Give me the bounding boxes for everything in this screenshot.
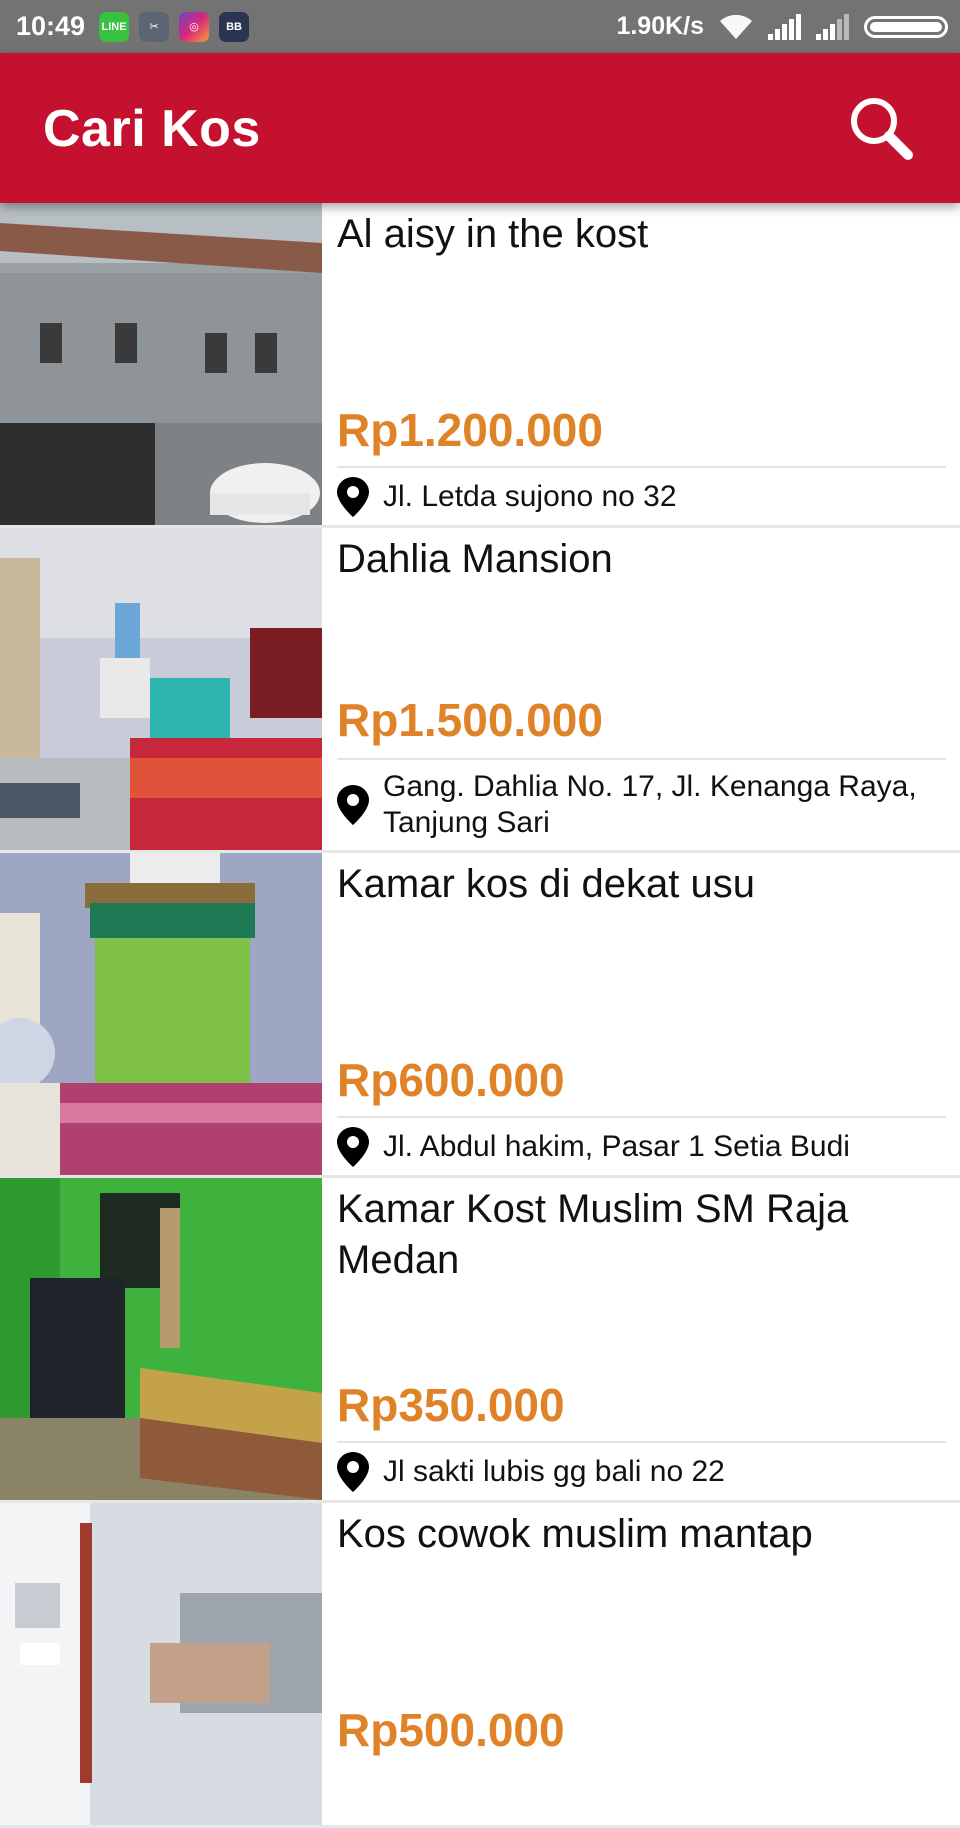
status-bar: 10:49 LINE ✂ ◎ BB 1.90K/s	[0, 0, 960, 53]
search-button[interactable]	[846, 93, 916, 163]
listing-address-text: Jl. Abdul hakim, Pasar 1 Setia Budi	[383, 1130, 850, 1163]
listing-address-text: Gang. Dahlia No. 17, Jl. Kenanga Raya, T…	[383, 770, 917, 839]
page-title: Cari Kos	[43, 100, 261, 158]
kos-listing-list: Al aisy in the kost Rp1.200.000 Jl. Letd…	[0, 203, 960, 1828]
listing-address: Jl sakti lubis gg bali no 22	[337, 1452, 947, 1492]
listing-photo	[0, 1503, 322, 1825]
listing-divider	[337, 1441, 946, 1443]
line-app-icon: LINE	[99, 11, 130, 42]
listing-address-text: Jl sakti lubis gg bali no 22	[383, 1455, 725, 1488]
location-pin-icon	[337, 785, 369, 825]
search-icon	[851, 98, 913, 160]
signal-icon	[768, 13, 801, 40]
listing-divider	[337, 758, 946, 760]
location-pin-icon	[337, 1452, 369, 1492]
listing-price: Rp500.000	[337, 1704, 565, 1756]
listing-address: Jl. Abdul hakim, Pasar 1 Setia Budi	[337, 1127, 947, 1167]
listing-name: Kamar kos di dekat usu	[337, 862, 755, 906]
listing-photo	[0, 528, 322, 850]
listing-item[interactable]: Al aisy in the kost Rp1.200.000 Jl. Letd…	[0, 203, 960, 528]
listing-divider	[337, 466, 946, 468]
listing-item[interactable]: Dahlia Mansion Rp1.500.000 Gang. Dahlia …	[0, 528, 960, 853]
listing-name: Dahlia Mansion	[337, 537, 613, 581]
listing-item[interactable]: Kos cowok muslim mantap Rp500.000	[0, 1503, 960, 1828]
listing-photo	[0, 1178, 322, 1500]
listing-price: Rp1.500.000	[337, 694, 603, 746]
instagram-app-icon: ◎	[179, 11, 210, 42]
network-speed: 1.90K/s	[616, 12, 704, 40]
signal-2-icon	[816, 13, 849, 40]
status-indicators: 1.90K/s	[616, 12, 948, 41]
listing-photo	[0, 853, 322, 1175]
listing-photo	[0, 203, 322, 525]
listing-name: Kamar Kost Muslim SM Raja Medan	[337, 1187, 849, 1282]
listing-address: Jl. Letda sujono no 32	[337, 477, 947, 517]
bbm-app-icon: BB	[219, 11, 250, 42]
app-bar: Cari Kos	[0, 53, 960, 203]
listing-price: Rp1.200.000	[337, 404, 603, 456]
location-pin-icon	[337, 477, 369, 517]
listing-name: Kos cowok muslim mantap	[337, 1512, 813, 1556]
listing-price: Rp350.000	[337, 1379, 565, 1431]
listing-item[interactable]: Kamar kos di dekat usu Rp600.000 Jl. Abd…	[0, 853, 960, 1178]
listing-address: Gang. Dahlia No. 17, Jl. Kenanga Raya, T…	[337, 769, 947, 841]
listing-price: Rp600.000	[337, 1054, 565, 1106]
scissors-app-icon: ✂	[139, 11, 170, 42]
notification-icons: LINE ✂ ◎ BB	[99, 11, 250, 42]
listing-divider	[337, 1116, 946, 1118]
location-pin-icon	[337, 1127, 369, 1167]
battery-icon	[864, 15, 948, 38]
status-time: 10:49	[16, 11, 86, 41]
wifi-icon	[720, 14, 752, 39]
listing-name: Al aisy in the kost	[337, 212, 649, 256]
listing-address-text: Jl. Letda sujono no 32	[383, 480, 677, 513]
listing-item[interactable]: Kamar Kost Muslim SM Raja Medan Rp350.00…	[0, 1178, 960, 1503]
